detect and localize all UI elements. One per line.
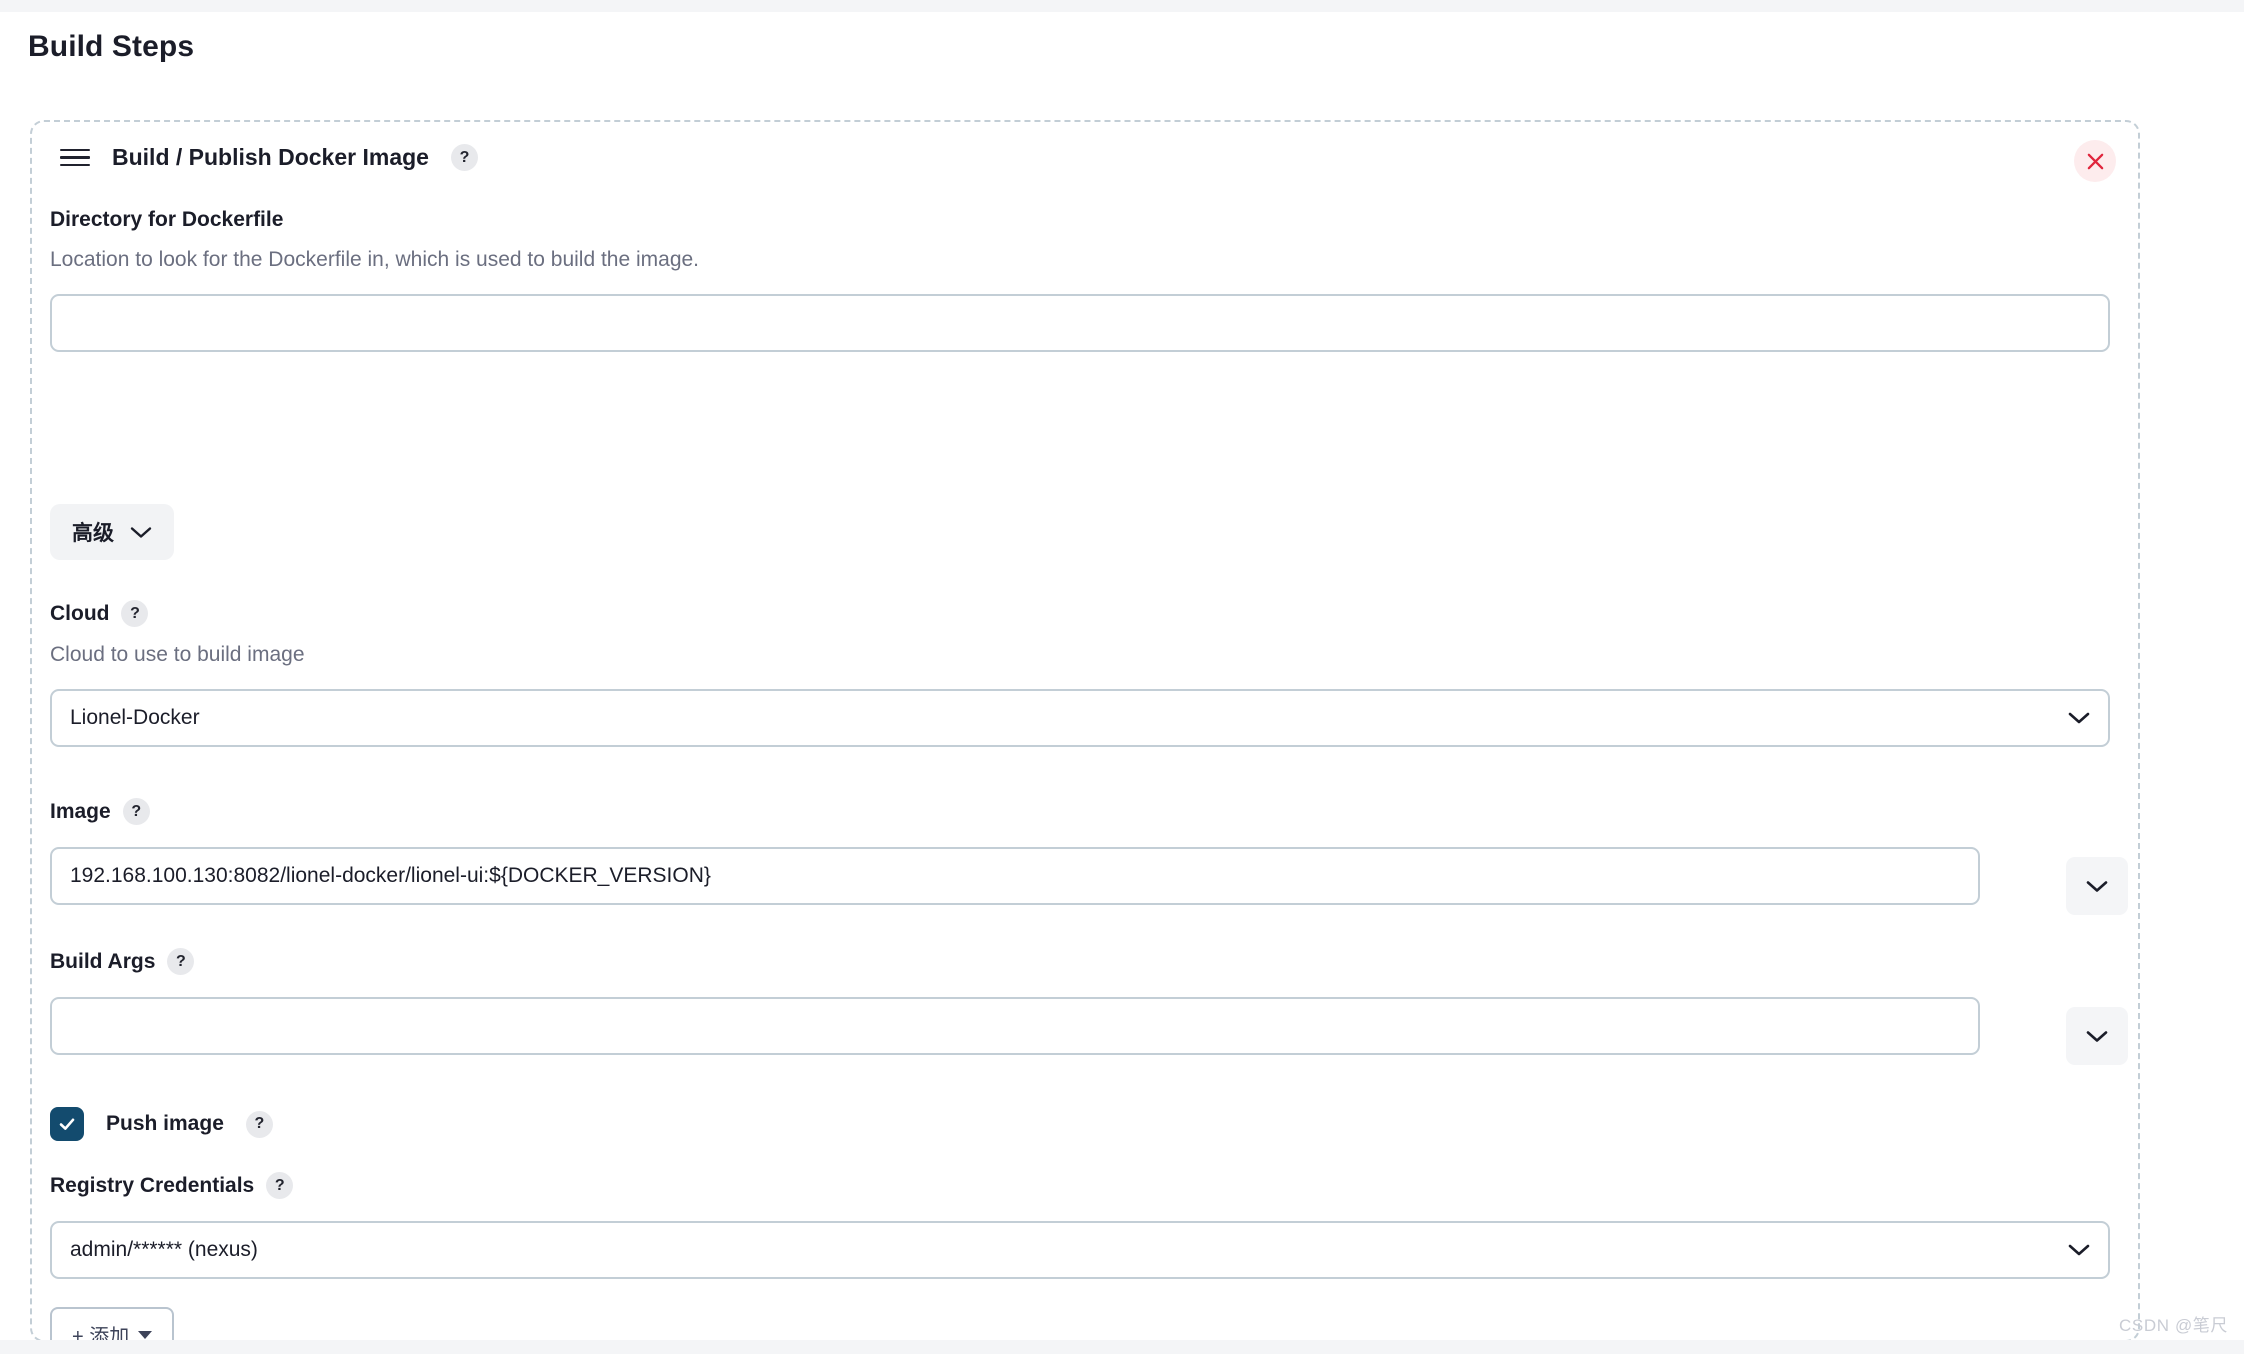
registry-credentials-selected-value: admin/****** (nexus) bbox=[70, 1238, 258, 1261]
close-step-button[interactable] bbox=[2074, 140, 2116, 182]
build-args-help-icon[interactable]: ? bbox=[167, 948, 195, 975]
image-label: Image bbox=[50, 799, 111, 823]
push-image-row: Push image ? bbox=[50, 1107, 273, 1141]
directory-input[interactable] bbox=[50, 294, 2110, 352]
cloud-help-icon[interactable]: ? bbox=[121, 600, 149, 627]
field-cloud: Cloud ? Cloud to use to build image Lion… bbox=[50, 600, 2110, 747]
page-title: Build Steps bbox=[28, 30, 195, 63]
push-image-label: Push image bbox=[106, 1112, 224, 1135]
image-options-button[interactable] bbox=[2066, 857, 2128, 915]
check-icon bbox=[59, 1118, 75, 1130]
cloud-select[interactable]: Lionel-Docker bbox=[50, 689, 2110, 747]
push-image-checkbox[interactable] bbox=[50, 1107, 84, 1141]
close-icon bbox=[2087, 153, 2103, 169]
build-args-input[interactable] bbox=[50, 997, 1980, 1055]
directory-description: Location to look for the Dockerfile in, … bbox=[50, 248, 700, 271]
push-image-help-icon[interactable]: ? bbox=[245, 1110, 273, 1138]
drag-handle-icon[interactable] bbox=[60, 147, 90, 169]
field-directory-for-dockerfile: Directory for Dockerfile Location to loo… bbox=[50, 208, 2110, 352]
cloud-description: Cloud to use to build image bbox=[50, 643, 305, 666]
build-step-help-icon[interactable]: ? bbox=[450, 144, 478, 171]
image-label-row: Image ? bbox=[50, 798, 2110, 825]
build-args-options-button[interactable] bbox=[2066, 1007, 2128, 1065]
chevron-down-icon bbox=[2068, 1244, 2090, 1256]
bottom-chrome-strip bbox=[0, 1340, 2244, 1354]
build-step-title: Build / Publish Docker Image bbox=[112, 144, 429, 170]
field-build-args: Build Args ? bbox=[50, 948, 2128, 1065]
registry-credentials-label-row: Registry Credentials ? bbox=[50, 1172, 2110, 1199]
directory-label: Directory for Dockerfile bbox=[50, 208, 284, 231]
build-args-label: Build Args bbox=[50, 949, 156, 973]
chevron-down-icon bbox=[2068, 712, 2090, 724]
build-args-label-row: Build Args ? bbox=[50, 948, 2110, 975]
field-image: Image ? bbox=[50, 798, 2128, 915]
top-chrome-strip bbox=[0, 0, 2244, 12]
image-help-icon[interactable]: ? bbox=[122, 798, 150, 825]
image-input[interactable] bbox=[50, 847, 1980, 905]
cloud-label-row: Cloud ? bbox=[50, 600, 2110, 627]
field-registry-credentials: Registry Credentials ? admin/****** (nex… bbox=[50, 1172, 2110, 1279]
chevron-down-icon bbox=[130, 526, 152, 538]
app-root: Build Steps Build / Publish Docker Image… bbox=[0, 0, 2244, 1354]
watermark: CSDN @笔尺 bbox=[2119, 1316, 2228, 1335]
advanced-toggle-button[interactable]: 高级 bbox=[50, 504, 174, 560]
chevron-down-icon bbox=[2086, 880, 2108, 892]
advanced-label: 高级 bbox=[72, 522, 114, 545]
registry-credentials-select[interactable]: admin/****** (nexus) bbox=[50, 1221, 2110, 1279]
registry-credentials-help-icon[interactable]: ? bbox=[266, 1172, 294, 1199]
cloud-selected-value: Lionel-Docker bbox=[70, 706, 200, 729]
registry-credentials-label: Registry Credentials bbox=[50, 1173, 255, 1197]
chevron-down-icon bbox=[2086, 1030, 2108, 1042]
caret-down-icon bbox=[138, 1330, 153, 1339]
build-step-card: Build / Publish Docker Image ? Directory… bbox=[30, 120, 2140, 1354]
cloud-label: Cloud bbox=[50, 601, 110, 625]
build-step-header: Build / Publish Docker Image ? bbox=[60, 144, 478, 171]
